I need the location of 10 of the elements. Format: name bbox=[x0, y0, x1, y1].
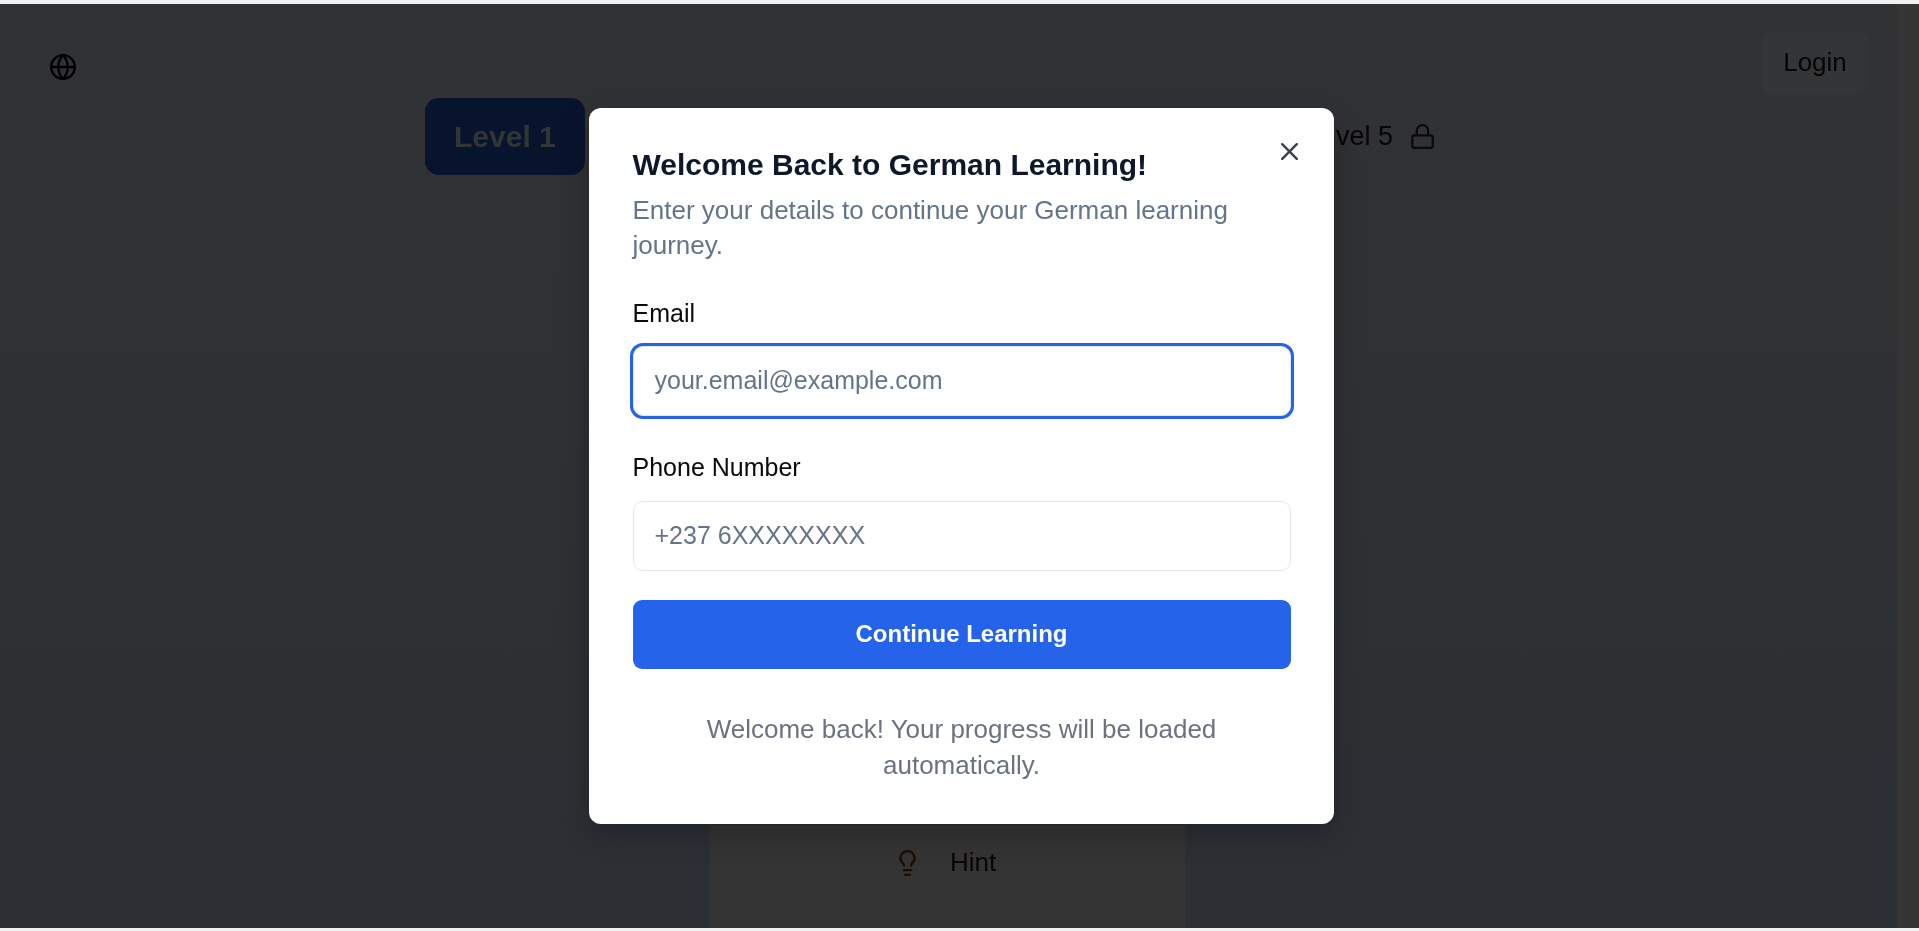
field-label: Phone Number bbox=[632, 452, 802, 481]
dialog-title: Welcome Back to German Learning! bbox=[632, 147, 1149, 182]
close-icon[interactable] bbox=[1280, 142, 1298, 160]
footer-note: Welcome back! Your progress will be loaded automatically. bbox=[705, 712, 1218, 782]
input-field[interactable]: +237 6XXXXXXXX bbox=[632, 500, 1291, 571]
lightbulb-icon bbox=[898, 849, 916, 876]
input-field[interactable]: your.email@example.com bbox=[632, 345, 1291, 416]
field-label: Email bbox=[632, 298, 696, 327]
continue-button[interactable]: Continue Learning bbox=[632, 599, 1291, 669]
dialog-description: Enter your details to continue your German learning journey. bbox=[632, 193, 1229, 262]
